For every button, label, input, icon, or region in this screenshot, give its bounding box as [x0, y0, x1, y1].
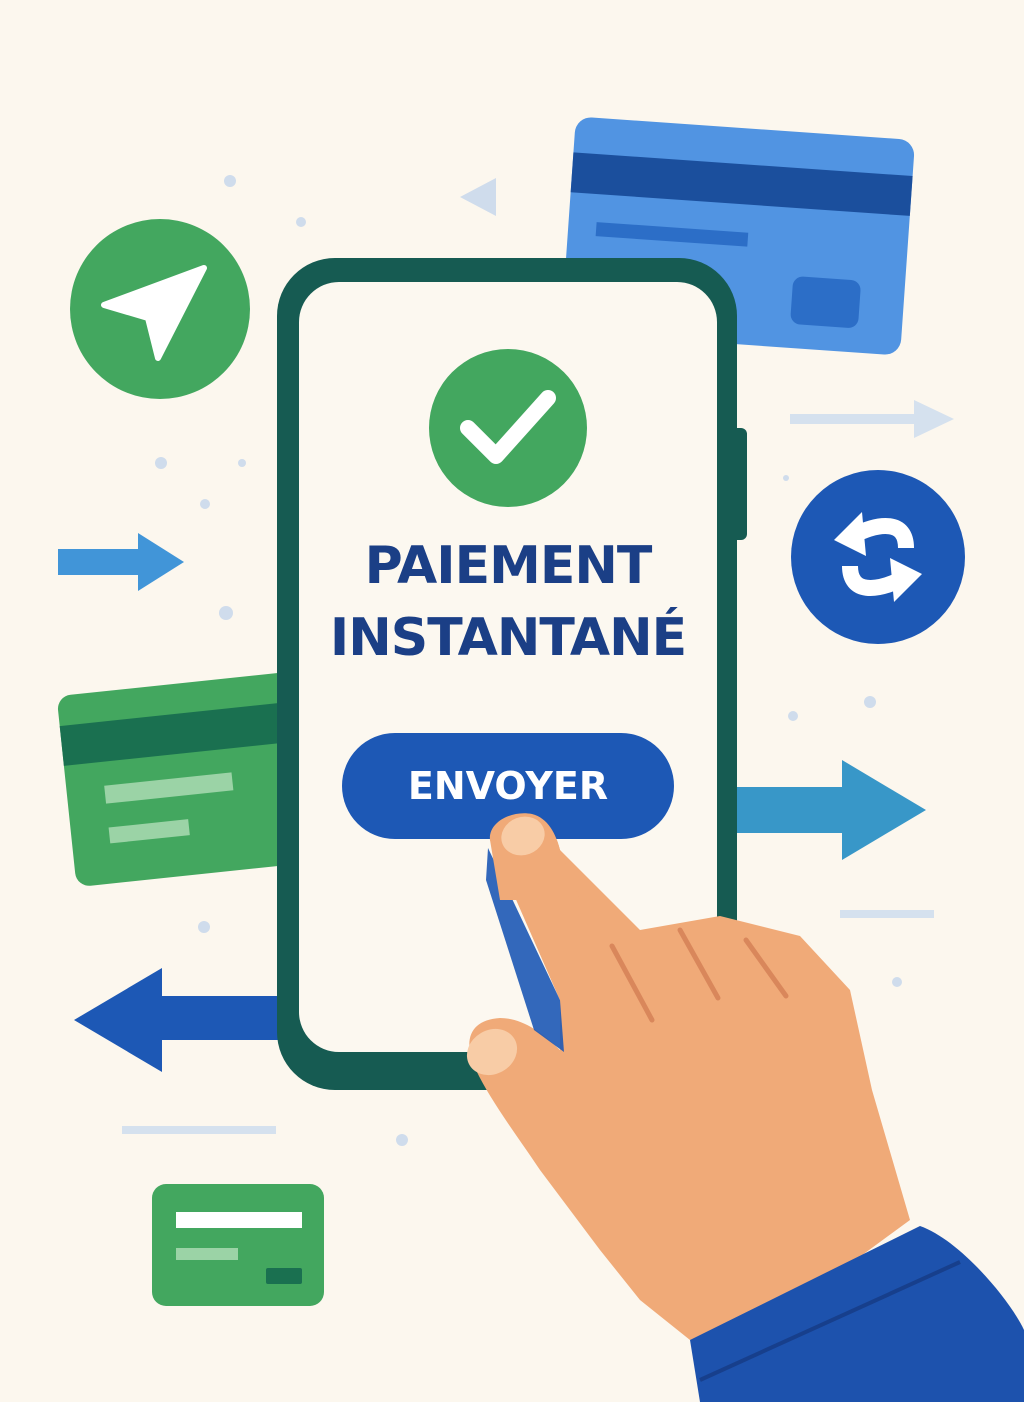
send-circle [70, 219, 250, 399]
blue-arrow-left [74, 968, 290, 1072]
exchange-circle [791, 470, 965, 644]
send-button[interactable]: ENVOYER [342, 733, 674, 839]
page-title: PAIEMENT INSTANTANÉ [300, 530, 716, 674]
small-green-card [152, 1184, 324, 1306]
blue-arrow-right-small [58, 533, 184, 591]
decorative-line-bottom [122, 1126, 276, 1134]
decorative-line [840, 910, 934, 918]
title-line-1: PAIEMENT [364, 536, 653, 596]
success-check-badge [429, 349, 587, 507]
pointing-hand [466, 813, 1024, 1402]
decorative-triangle [460, 178, 496, 216]
send-button-label: ENVOYER [407, 764, 609, 808]
light-arrow-right [790, 400, 954, 438]
title-line-2: INSTANTANÉ [329, 608, 687, 668]
teal-arrow-right [730, 760, 926, 860]
payment-illustration [57, 117, 1024, 1402]
